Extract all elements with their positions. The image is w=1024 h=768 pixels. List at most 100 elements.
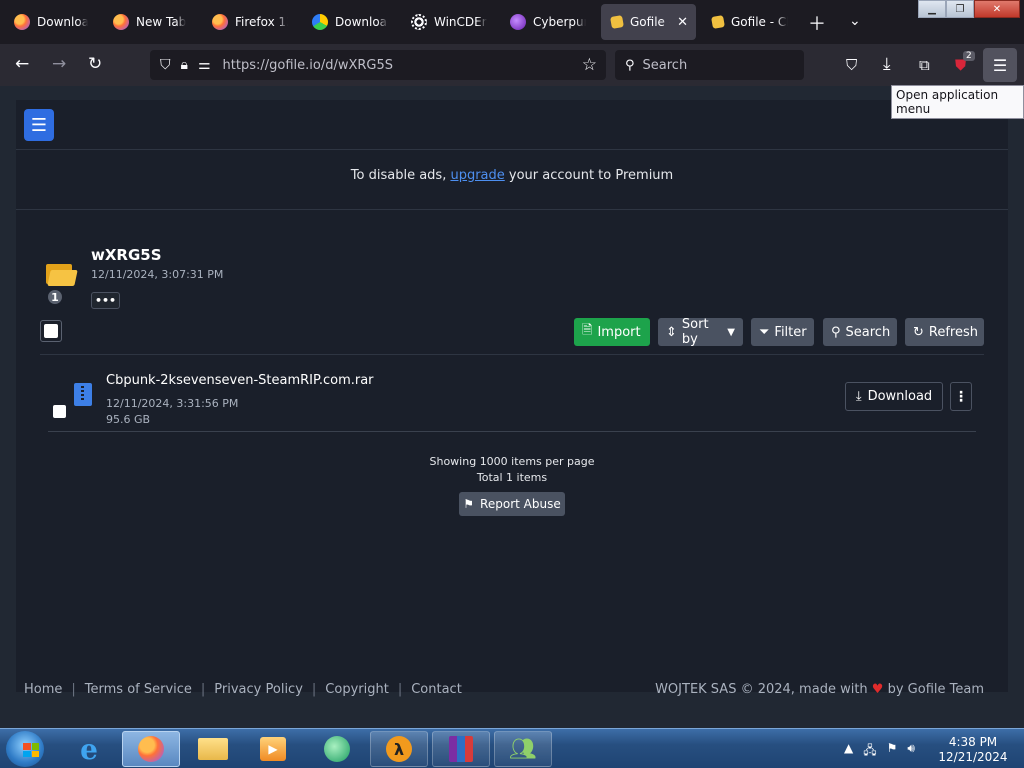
cyberpunk-icon: [510, 14, 526, 30]
download-label: Download: [867, 389, 933, 404]
heart-icon: ♥: [871, 682, 884, 697]
copyright-suffix: by Gofile Team: [887, 682, 984, 697]
list-tabs-chevron-icon[interactable]: ⌄: [849, 13, 861, 29]
footer-link-privacy[interactable]: Privacy Policy: [214, 682, 303, 697]
windows-logo-icon: [23, 743, 39, 757]
tab-label: Download: [37, 15, 88, 29]
navigation-toolbar: ← → ↻ ⛉ 🔒︎ ⚌ https://gofile.io/d/wXRG5S …: [0, 44, 1024, 86]
footer-link-home[interactable]: Home: [24, 682, 62, 697]
upgrade-link[interactable]: upgrade: [450, 168, 504, 183]
maximize-window-icon[interactable]: ❐: [946, 0, 974, 18]
tab-label: Gofile -: [630, 15, 671, 29]
system-clock[interactable]: 4:38 PM 12/21/2024: [930, 735, 1016, 765]
footer-link-contact[interactable]: Contact: [411, 682, 462, 697]
select-all-checkbox[interactable]: [40, 320, 62, 342]
search-label: Search: [845, 324, 891, 340]
divider: [48, 431, 976, 432]
search-icon: ⚲: [831, 324, 841, 340]
downloads-icon[interactable]: ⤓: [883, 54, 891, 74]
tab-gofile-2[interactable]: Gofile - Cl: [702, 4, 796, 40]
lock-icon[interactable]: 🔒︎: [181, 57, 188, 73]
sort-by-button[interactable]: ⇕ Sort by ▼: [658, 317, 743, 347]
divider: [40, 354, 984, 355]
winrar-icon[interactable]: [432, 731, 490, 767]
download-button[interactable]: ⤓ Download: [845, 382, 943, 411]
gear-icon: [411, 14, 427, 30]
action-center-flag-icon[interactable]: ⚑: [887, 741, 898, 762]
divider: [16, 209, 1008, 210]
import-button[interactable]: 🗎︎ Import: [574, 318, 650, 346]
footer-link-terms[interactable]: Terms of Service: [85, 682, 192, 697]
import-label: Import: [597, 324, 641, 340]
tab-download[interactable]: Download: [4, 4, 96, 40]
tracking-shield-icon[interactable]: ⛉: [160, 57, 171, 73]
footer-copyright: WOJTEK SAS © 2024, made with ♥ by Gofile…: [655, 682, 984, 697]
file-options-kebab-icon[interactable]: ⋮: [950, 382, 972, 411]
pocket-icon[interactable]: ⛉: [846, 56, 857, 74]
page-viewport: ☰ To disable ads, upgrade your account t…: [0, 86, 1024, 728]
new-tab-plus-icon[interactable]: ＋: [808, 10, 826, 36]
start-button[interactable]: [6, 731, 44, 767]
file-explorer-icon[interactable]: [184, 731, 242, 767]
bookmark-star-icon[interactable]: ☆: [582, 55, 597, 75]
tab-label: Firefox 133: [235, 15, 288, 29]
file-checkbox[interactable]: [53, 405, 66, 418]
tab-cyberpunk[interactable]: Cyberpunk: [500, 4, 594, 40]
tab-download-2[interactable]: Download: [302, 4, 396, 40]
tab-strip: Download New Tab Firefox 133 Download Wi…: [0, 0, 1024, 44]
tab-new-tab[interactable]: New Tab: [103, 4, 197, 40]
volume-icon[interactable]: 🔊︎: [907, 741, 915, 762]
folder-name: wXRG5S: [91, 246, 162, 264]
gofile-icon: [610, 15, 624, 29]
firefox-icon: [113, 14, 129, 30]
search-button[interactable]: ⚲ Search: [823, 318, 897, 346]
firefox-icon: [212, 14, 228, 30]
report-abuse-button[interactable]: ⚑ Report Abuse: [459, 492, 565, 516]
tab-label: Download: [335, 15, 388, 29]
extensions-puzzle-icon[interactable]: ⧉: [919, 56, 930, 74]
internet-explorer-icon[interactable]: e: [60, 731, 118, 767]
forward-arrow-icon[interactable]: →: [52, 54, 66, 74]
url-text[interactable]: https://gofile.io/d/wXRG5S: [223, 58, 393, 73]
gofile-content-card: ☰ To disable ads, upgrade your account t…: [16, 100, 1008, 697]
menu-tooltip: Open application menu: [891, 85, 1024, 119]
address-bar[interactable]: ⛉ 🔒︎ ⚌ https://gofile.io/d/wXRG5S ☆: [150, 50, 606, 80]
file-size: 95.6 GB: [106, 413, 151, 426]
folder-more-button[interactable]: •••: [91, 292, 120, 309]
half-life-icon[interactable]: λ: [370, 731, 428, 767]
show-hidden-icons-icon[interactable]: ▲: [844, 741, 853, 762]
download-icon: ⤓: [855, 389, 862, 404]
network-icon[interactable]: 🖧︎: [863, 741, 876, 762]
tab-label: WinCDEmu: [434, 15, 487, 29]
filter-button[interactable]: ⏷ Filter: [751, 318, 814, 346]
tab-gofile-active[interactable]: Gofile - ✕: [601, 4, 696, 40]
minimize-window-icon[interactable]: ▁: [918, 0, 946, 18]
close-window-icon[interactable]: ✕: [974, 0, 1020, 18]
archive-file-icon: [74, 383, 92, 406]
filter-label: Filter: [774, 324, 807, 340]
firefox-taskbar-icon[interactable]: [122, 731, 180, 767]
download-site-icon: [312, 14, 328, 30]
back-arrow-icon[interactable]: ←: [15, 54, 29, 74]
folder-item-count: 1: [46, 288, 64, 306]
footer-link-copyright[interactable]: Copyright: [325, 682, 389, 697]
reload-icon[interactable]: ↻: [88, 54, 102, 74]
caret-down-icon: ▼: [727, 326, 735, 338]
network-users-icon[interactable]: 👥︎: [494, 731, 552, 767]
media-player-icon[interactable]: ▶: [244, 731, 302, 767]
folder-open-icon: [46, 262, 78, 288]
search-placeholder: Search: [642, 57, 688, 73]
file-name[interactable]: Cbpunk-2ksevenseven-SteamRIP.com.rar: [106, 373, 374, 388]
flag-icon: ⚑: [463, 497, 475, 511]
ad-suffix: your account to Premium: [504, 168, 674, 183]
sidebar-menu-icon[interactable]: ☰: [24, 109, 54, 141]
tab-firefox[interactable]: Firefox 133: [202, 4, 296, 40]
app-menu-hamburger-icon[interactable]: ☰: [983, 48, 1017, 82]
media-center-icon[interactable]: [308, 731, 366, 767]
search-bar[interactable]: ⚲ Search: [615, 50, 804, 80]
permissions-icon[interactable]: ⚌: [198, 57, 211, 73]
windows-taskbar: e ▶ λ 👥︎ ▲ 🖧︎ ⚑ 🔊︎ 4:38 PM 12/21/2024: [0, 728, 1024, 768]
tab-wincdemu[interactable]: WinCDEmu: [401, 4, 495, 40]
refresh-button[interactable]: ↻ Refresh: [905, 318, 984, 346]
close-tab-icon[interactable]: ✕: [677, 15, 688, 30]
